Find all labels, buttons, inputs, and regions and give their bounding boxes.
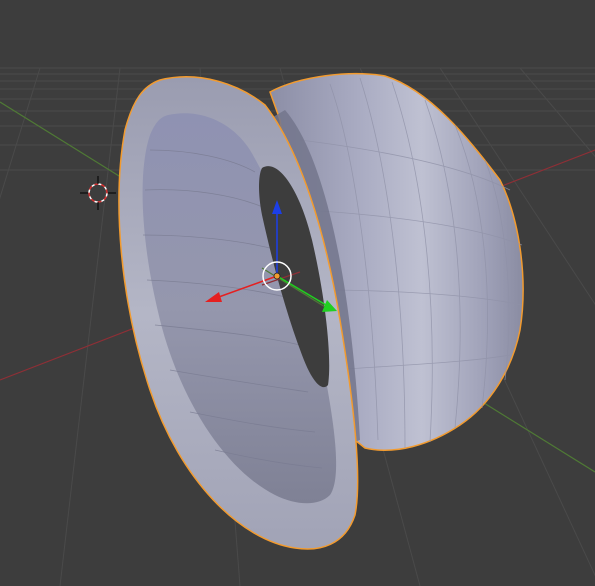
- viewport-canvas[interactable]: [0, 0, 595, 586]
- wheel-rim-mesh[interactable]: [118, 72, 524, 550]
- 3d-cursor-icon[interactable]: [80, 176, 116, 210]
- 3d-viewport[interactable]: [0, 0, 595, 586]
- object-origin-icon: [273, 272, 281, 280]
